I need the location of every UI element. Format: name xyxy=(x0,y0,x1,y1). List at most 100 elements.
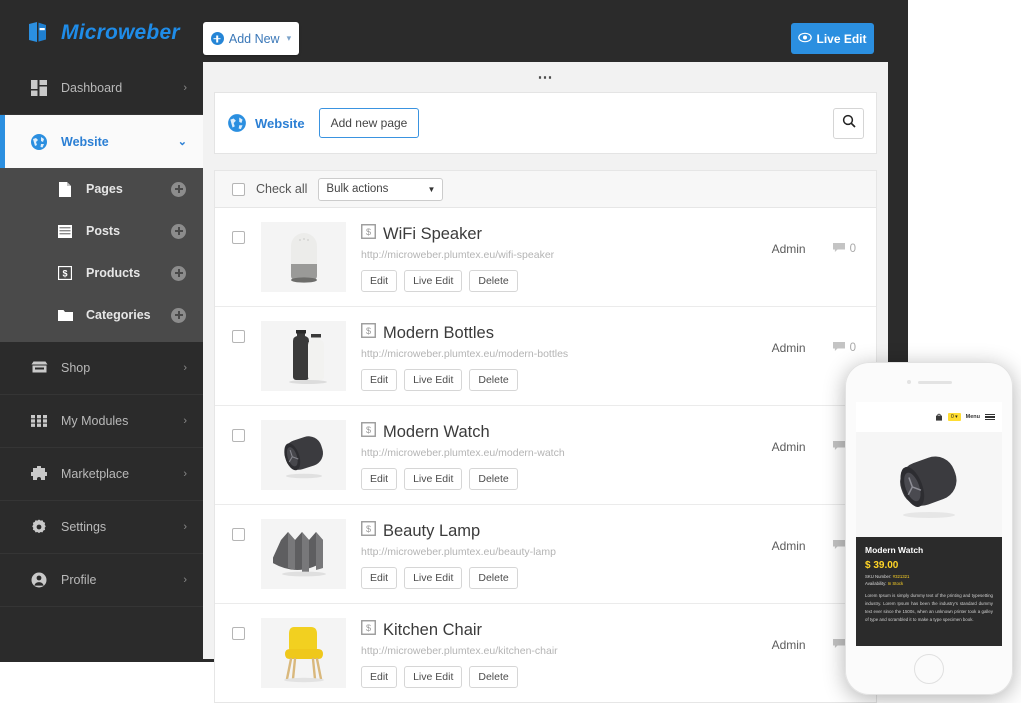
live-edit-button[interactable]: Live Edit xyxy=(404,567,463,589)
row-title-text[interactable]: Beauty Lamp xyxy=(383,522,480,541)
row-actions: Edit Live Edit Delete xyxy=(361,567,859,589)
svg-text:$: $ xyxy=(366,425,371,435)
add-page-icon[interactable] xyxy=(171,181,186,197)
live-edit-button[interactable]: Live Edit xyxy=(404,666,463,688)
delete-button[interactable]: Delete xyxy=(469,369,518,391)
sidebar-item-settings[interactable]: Settings › xyxy=(0,501,203,554)
sidebar-item-website[interactable]: Website ⌄ xyxy=(0,115,203,168)
check-all-checkbox[interactable] xyxy=(232,182,245,196)
sidebar-item-label: Profile xyxy=(61,573,97,587)
live-edit-button[interactable]: Live Edit xyxy=(791,23,874,54)
sidebar-item-categories[interactable]: Categories xyxy=(0,294,203,336)
availability-label: Availability: xyxy=(865,581,887,586)
table-row[interactable]: $ Beauty Lamp http://microweber.plumtex.… xyxy=(215,505,876,604)
delete-button[interactable]: Delete xyxy=(469,567,518,589)
row-title-text[interactable]: Modern Bottles xyxy=(383,324,494,343)
sidebar-item-marketplace[interactable]: Marketplace › xyxy=(0,448,203,501)
row-checkbox[interactable] xyxy=(232,231,245,244)
table-row[interactable]: $ Modern Bottles http://microweber.plumt… xyxy=(215,307,876,406)
folder-icon xyxy=(57,309,73,321)
page-document-icon xyxy=(57,181,73,197)
sidebar-item-label: Dashboard xyxy=(61,81,123,95)
comment-bubble-icon xyxy=(832,341,845,355)
row-main: $ Beauty Lamp http://microweber.plumtex.… xyxy=(361,519,859,589)
product-tag-icon: $ xyxy=(361,224,376,244)
wifi-speaker-thumbnail xyxy=(261,222,346,292)
sidebar-item-dashboard[interactable]: Dashboard › xyxy=(0,62,203,115)
sidebar-item-posts[interactable]: Posts xyxy=(0,210,203,252)
table-row[interactable]: $ Kitchen Chair http://microweber.plumte… xyxy=(215,604,876,702)
sidebar-item-label: Marketplace xyxy=(61,467,130,481)
main-content: ⋯ Website Add new page Check all Bulk ac… xyxy=(203,62,888,703)
bulk-actions-select[interactable]: Bulk actions ▼ xyxy=(318,177,444,201)
svg-text:$: $ xyxy=(366,623,371,633)
row-comments-count: 0 xyxy=(849,243,856,255)
chevron-right-icon: › xyxy=(183,82,187,94)
live-edit-button[interactable]: Live Edit xyxy=(404,468,463,490)
edit-button[interactable]: Edit xyxy=(361,567,398,589)
row-comments[interactable]: 0 xyxy=(832,242,856,256)
globe-icon xyxy=(30,133,48,151)
sidebar-item-my-modules[interactable]: My Modules › xyxy=(0,395,203,448)
sidebar-item-shop[interactable]: Shop › xyxy=(0,342,203,395)
phone-home-button[interactable] xyxy=(914,654,944,684)
kitchen-chair-thumbnail xyxy=(261,618,346,688)
product-sku: SKU Number: #321321 xyxy=(865,574,993,579)
add-category-icon[interactable] xyxy=(171,307,186,323)
storefront-menu-label[interactable]: Menu xyxy=(966,414,980,420)
sidebar-item-profile[interactable]: Profile › xyxy=(0,554,203,607)
row-checkbox[interactable] xyxy=(232,627,245,640)
hamburger-menu-icon[interactable] xyxy=(985,413,995,421)
brand-logo[interactable]: Microweber xyxy=(26,20,180,46)
content-header: Website Add new page xyxy=(214,92,877,154)
edit-button[interactable]: Edit xyxy=(361,369,398,391)
delete-button[interactable]: Delete xyxy=(469,468,518,490)
row-author: Admin xyxy=(771,341,806,355)
row-title-text[interactable]: Modern Watch xyxy=(383,423,490,442)
search-icon xyxy=(842,114,856,133)
row-author: Admin xyxy=(771,638,806,652)
cart-count-badge[interactable]: 0 ▾ xyxy=(947,413,961,421)
beauty-lamp-thumbnail xyxy=(261,519,346,589)
delete-button[interactable]: Delete xyxy=(469,270,518,292)
row-title-text[interactable]: Kitchen Chair xyxy=(383,621,482,640)
search-button[interactable] xyxy=(833,108,864,139)
row-checkbox[interactable] xyxy=(232,330,245,343)
modules-grid-icon xyxy=(30,415,48,427)
live-edit-button[interactable]: Live Edit xyxy=(404,369,463,391)
add-new-label: Add New xyxy=(228,31,280,46)
row-checkbox[interactable] xyxy=(232,528,245,541)
comment-bubble-icon xyxy=(832,440,845,454)
add-new-button[interactable]: Add New ▾ xyxy=(203,22,299,55)
panel-drag-handle[interactable]: ⋯ xyxy=(203,62,888,92)
edit-button[interactable]: Edit xyxy=(361,270,398,292)
table-row[interactable]: $ Modern Watch http://microweber.plumtex… xyxy=(215,406,876,505)
edit-button[interactable]: Edit xyxy=(361,468,398,490)
svg-text:$: $ xyxy=(366,524,371,534)
delete-button[interactable]: Delete xyxy=(469,666,518,688)
content-list: $ WiFi Speaker http://microweber.plumtex… xyxy=(214,208,877,703)
row-comments[interactable]: 0 xyxy=(832,341,856,355)
table-row[interactable]: $ WiFi Speaker http://microweber.plumtex… xyxy=(215,208,876,307)
row-title: $ WiFi Speaker xyxy=(361,224,859,244)
add-post-icon[interactable] xyxy=(171,223,186,239)
row-title-text[interactable]: WiFi Speaker xyxy=(383,225,482,244)
chevron-right-icon: › xyxy=(183,468,187,480)
add-product-icon[interactable] xyxy=(171,265,186,281)
svg-text:$: $ xyxy=(62,269,67,279)
shopping-bag-icon[interactable] xyxy=(935,408,943,426)
row-checkbox[interactable] xyxy=(232,429,245,442)
add-new-page-button[interactable]: Add new page xyxy=(318,108,420,138)
sidebar-item-pages[interactable]: Pages xyxy=(0,168,203,210)
sidebar-subnav: Pages Posts $ Products Categories xyxy=(0,168,203,342)
live-edit-button[interactable]: Live Edit xyxy=(404,270,463,292)
row-main: $ WiFi Speaker http://microweber.plumtex… xyxy=(361,222,859,292)
row-title: $ Beauty Lamp xyxy=(361,521,859,541)
user-circle-icon xyxy=(30,572,48,588)
sidebar-subitem-label: Products xyxy=(86,266,141,280)
edit-button[interactable]: Edit xyxy=(361,666,398,688)
caret-down-icon: ▼ xyxy=(427,184,436,194)
shop-icon xyxy=(30,361,48,375)
sidebar-item-products[interactable]: $ Products xyxy=(0,252,203,294)
modern-watch-photo xyxy=(856,432,1002,537)
